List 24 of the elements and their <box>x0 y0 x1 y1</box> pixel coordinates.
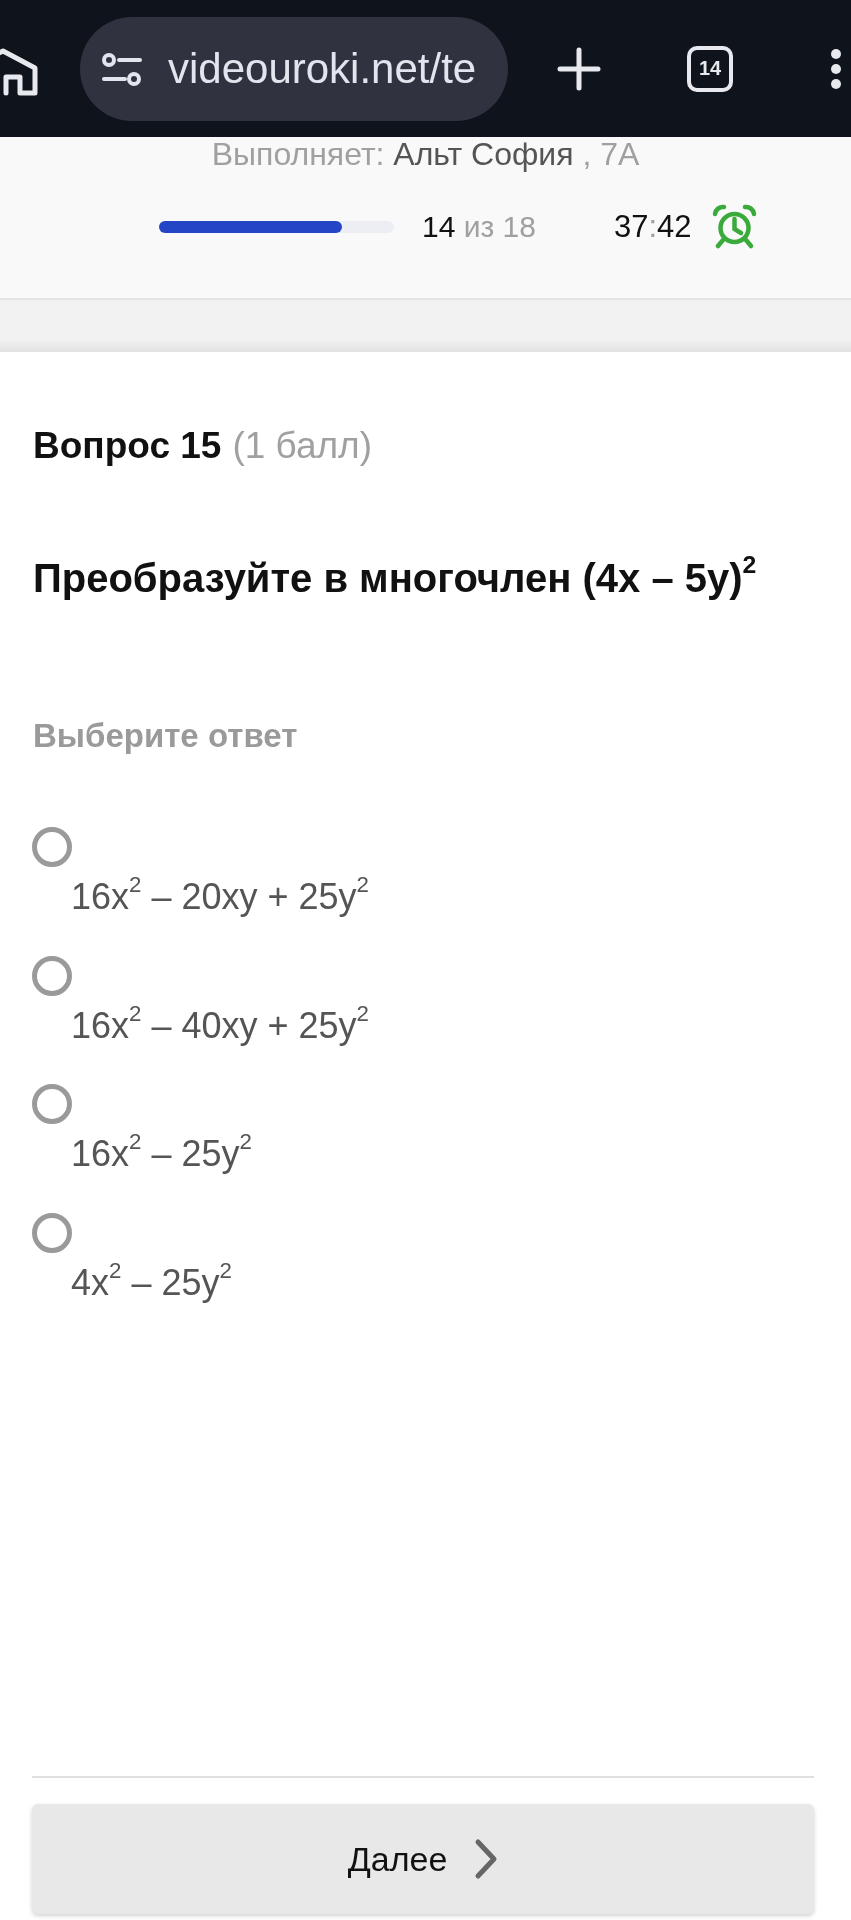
radio-button[interactable] <box>32 827 72 867</box>
next-button[interactable]: Далее <box>32 1804 814 1914</box>
sliders-icon[interactable] <box>102 51 142 86</box>
progress-counter: 14 из 18 <box>422 209 536 244</box>
instruction-text: Выберите ответ <box>33 716 299 756</box>
option-text[interactable]: 16x$^{2}$ – 20xy + 25y$^{2}$ <box>71 875 370 919</box>
radio-button[interactable] <box>32 955 72 996</box>
plus-icon[interactable] <box>557 46 601 91</box>
home-icon[interactable] <box>0 47 38 96</box>
radio-button[interactable] <box>32 1084 72 1124</box>
question-points: (1 балл) <box>232 424 372 468</box>
address-field[interactable]: videouroki.net/te <box>80 16 508 121</box>
alarm-clock-icon <box>711 204 757 249</box>
option-text[interactable]: 16x$^{2}$ – 25y$^{2}$ <box>71 1132 252 1176</box>
question-number: Вопрос 15 <box>33 424 222 468</box>
question-text: Преобразуйте в многочлен (4x – 5y)$^{2}$ <box>33 556 758 600</box>
performer-text: Выполняет: Альт София , 7А <box>210 138 641 170</box>
chevron-right-icon <box>474 1838 499 1880</box>
option-text[interactable]: 4x$^{2}$ – 25y$^{2}$ <box>71 1260 232 1305</box>
radio-button[interactable] <box>32 1212 72 1253</box>
tab-count-button[interactable]: 14 <box>687 45 733 92</box>
option-text[interactable]: 16x$^{2}$ – 40xy + 25y$^{2}$ <box>71 1003 370 1048</box>
menu-icon[interactable] <box>830 48 842 89</box>
timer-text: 37:42 <box>613 208 692 245</box>
